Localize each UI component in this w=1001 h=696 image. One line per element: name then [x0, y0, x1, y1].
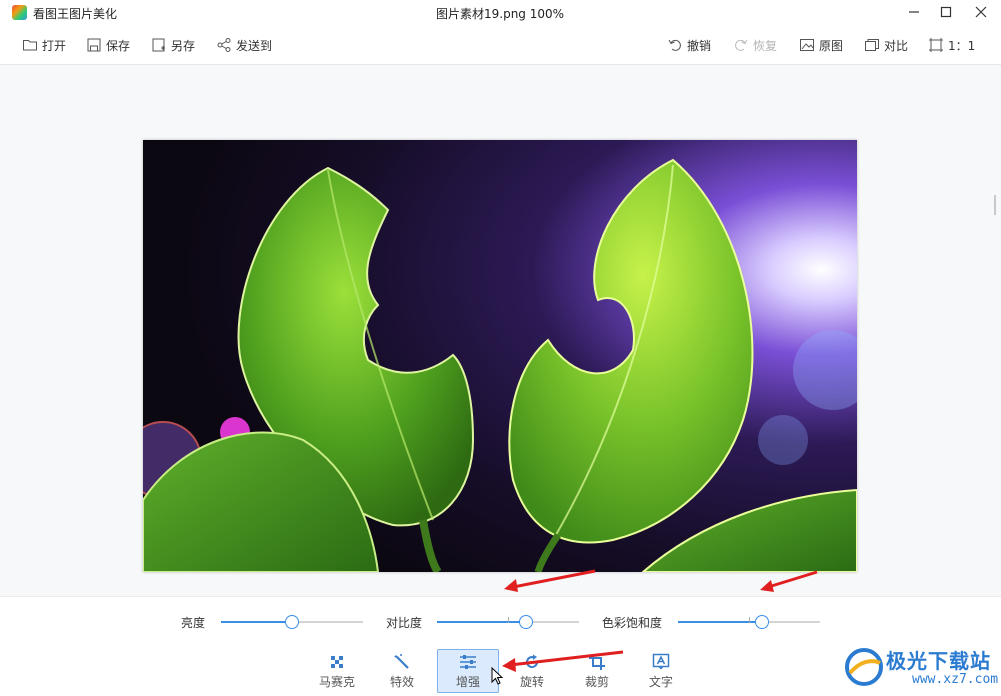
rotate-label: 旋转	[519, 675, 544, 689]
redo-icon	[735, 39, 748, 51]
watermark-name: 极光下载站	[886, 649, 991, 673]
minimize-button[interactable]	[896, 0, 932, 24]
crop-label: 裁剪	[584, 675, 609, 689]
edited-photo	[143, 140, 857, 572]
toolbar: 打开 保存 另存 发送到 撤销 恢复 原图 对比 1：1	[0, 26, 1001, 65]
brightness-slider[interactable]	[221, 615, 363, 629]
brightness-fill	[221, 621, 292, 623]
open-label: 打开	[42, 38, 67, 53]
adjust-sliders-icon	[460, 655, 476, 669]
close-button[interactable]	[963, 0, 999, 24]
contrast-fill	[437, 621, 527, 623]
document-title: 图片素材19.png 100%	[436, 7, 565, 21]
send-to-label: 发送到	[236, 38, 273, 53]
watermark: 极光下载站 www.xz7.com	[842, 643, 1000, 696]
save-icon	[87, 38, 101, 52]
app-logo-icon	[12, 5, 27, 20]
minimize-icon	[909, 11, 919, 13]
leaf-photo-image	[143, 140, 857, 572]
close-icon	[975, 6, 987, 18]
send-to-button[interactable]: 发送到	[216, 35, 272, 55]
actual-size-label: 1：1	[948, 38, 976, 53]
undo-label: 撤销	[687, 38, 712, 53]
actual-size-icon	[929, 38, 943, 52]
save-as-button[interactable]: 另存	[151, 35, 195, 55]
saturation-slider[interactable]	[678, 615, 820, 629]
save-label: 保存	[106, 38, 131, 53]
compare-label: 对比	[884, 38, 909, 53]
compare-button[interactable]: 对比	[864, 35, 908, 55]
app-title: 看图王图片美化	[33, 7, 118, 21]
contrast-label: 对比度	[386, 616, 423, 630]
watermark-logo-icon	[845, 648, 883, 686]
open-button[interactable]: 打开	[22, 35, 66, 55]
undo-icon	[668, 39, 681, 51]
mosaic-button[interactable]: 马赛克	[309, 650, 365, 692]
save-as-label: 另存	[171, 38, 196, 53]
annotation-arrow-saturation	[760, 570, 818, 592]
text-label: 文字	[648, 675, 673, 689]
undo-button[interactable]: 撤销	[667, 35, 711, 55]
maximize-icon	[940, 6, 952, 18]
image-icon	[800, 39, 814, 51]
maximize-button[interactable]	[928, 0, 964, 24]
saturation-label: 色彩饱和度	[602, 616, 663, 630]
compare-icon	[865, 39, 879, 51]
title-bar: 看图王图片美化 图片素材19.png 100%	[0, 0, 1001, 26]
enhance-button[interactable]: 增强	[437, 649, 499, 693]
folder-icon	[23, 40, 37, 51]
enhance-label: 增强	[455, 675, 480, 689]
contrast-slider[interactable]	[437, 615, 579, 629]
scrollbar[interactable]	[994, 195, 996, 215]
magic-wand-icon	[394, 654, 409, 669]
share-icon	[217, 38, 231, 52]
adjust-panel: 亮度 对比度 色彩饱和度	[0, 596, 1001, 646]
redo-button[interactable]: 恢复	[733, 35, 777, 55]
original-label: 原图	[819, 38, 844, 53]
effects-label: 特效	[389, 675, 414, 689]
mouse-cursor-icon	[491, 667, 504, 685]
contrast-slider-handle[interactable]	[519, 615, 534, 629]
annotation-arrow-enhance	[502, 650, 624, 672]
annotation-arrow-contrast	[504, 569, 596, 592]
save-button[interactable]: 保存	[86, 35, 130, 55]
effects-button[interactable]: 特效	[374, 650, 430, 692]
text-button[interactable]: 文字	[633, 650, 689, 692]
mosaic-label: 马赛克	[318, 675, 355, 689]
saturation-center-tick	[749, 617, 750, 623]
save-as-icon	[152, 38, 165, 52]
actual-size-button[interactable]: 1：1	[928, 35, 975, 55]
watermark-url: www.xz7.com	[912, 672, 999, 687]
text-icon	[652, 653, 670, 670]
mosaic-icon	[331, 656, 343, 668]
redo-label: 恢复	[753, 38, 778, 53]
brightness-slider-handle[interactable]	[285, 615, 299, 629]
saturation-slider-handle[interactable]	[754, 615, 769, 629]
brightness-label: 亮度	[181, 616, 206, 630]
original-button[interactable]: 原图	[799, 35, 843, 55]
contrast-center-tick	[508, 617, 509, 623]
